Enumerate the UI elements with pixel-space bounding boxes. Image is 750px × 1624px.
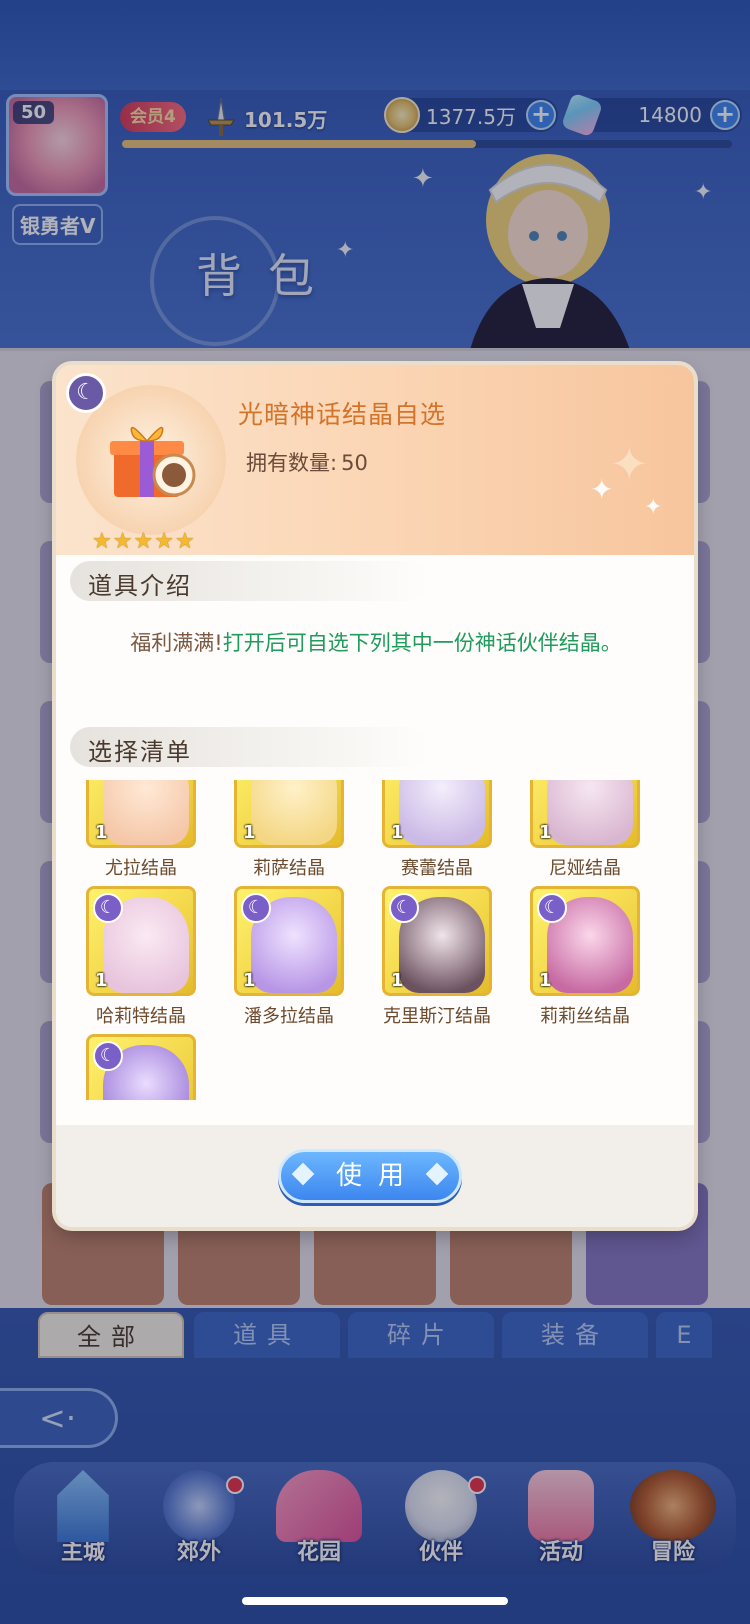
- choice-label: 潘多拉结晶: [244, 1006, 334, 1027]
- choice-card[interactable]: ☾ 1 克里斯汀结晶: [382, 886, 492, 1028]
- owned-value: 50: [341, 451, 368, 475]
- gift-box-icon: [110, 426, 196, 497]
- choice-card[interactable]: 1 莉萨结晶: [234, 780, 344, 880]
- choice-count: 1: [391, 970, 404, 991]
- owned-label: 拥有数量:: [246, 451, 338, 475]
- section-title: 道具介绍: [88, 572, 192, 600]
- section-title: 选择清单: [88, 738, 192, 766]
- partner-portrait: [103, 780, 189, 845]
- star-icon: ★: [112, 529, 133, 554]
- choice-label: 莉萨结晶: [253, 858, 325, 879]
- star-icon: ★: [154, 529, 174, 554]
- diamond-icon: [291, 1162, 315, 1186]
- use-button[interactable]: 使用: [278, 1149, 462, 1203]
- section-list: 选择清单: [70, 727, 430, 767]
- moon-badge-icon: ☾: [93, 893, 123, 923]
- item-name: 光暗神话结晶自选: [238, 400, 447, 429]
- choice-label: 莉莉丝结晶: [540, 1006, 630, 1027]
- use-button-label: 使用: [335, 1161, 420, 1191]
- sparkle-icon: ✦: [644, 495, 663, 520]
- home-indicator[interactable]: [242, 1597, 508, 1605]
- star-icon: ★: [174, 529, 195, 554]
- crystal-tile[interactable]: 1: [234, 780, 344, 848]
- partner-portrait: [547, 780, 633, 845]
- moon-badge-icon: ☾: [537, 893, 567, 923]
- item-detail-modal: ☾ ★ ★ ★ ★ ★ 光暗神话结晶自选 拥有数量: 50 ✦ ✦ ✦ 道具介绍 福利满满…: [56, 365, 694, 1227]
- crystal-tile[interactable]: 1: [530, 780, 640, 848]
- choice-label: 尼娅结晶: [549, 858, 621, 879]
- crystal-tile[interactable]: 1: [382, 780, 492, 848]
- crystal-tile[interactable]: ☾ 1: [234, 886, 344, 996]
- star-icon: ★: [92, 529, 112, 554]
- crystal-tile[interactable]: ☾ 1: [86, 886, 196, 996]
- choice-count: 1: [95, 970, 108, 991]
- crystal-tile[interactable]: ☾ 1: [530, 886, 640, 996]
- choice-count: 1: [243, 970, 256, 991]
- choice-card[interactable]: 1 赛蕾结晶: [382, 780, 492, 880]
- item-header: ☾ ★ ★ ★ ★ ★ 光暗神话结晶自选 拥有数量: 50 ✦ ✦ ✦: [56, 365, 694, 555]
- choice-list[interactable]: 1 尤拉结晶 1 莉萨结晶 1 赛蕾结晶 1 尼娅结晶 ☾ 1 哈莉特结晶 ☾ 1 潘多拉结晶 ☾ 1 克里斯汀…: [84, 780, 664, 1100]
- star-rating: ★ ★ ★ ★ ★: [92, 531, 195, 553]
- choice-label: 尤拉结晶: [105, 858, 177, 879]
- sparkle-icon: ✦: [610, 437, 649, 491]
- sparkle-icon: ✦: [590, 473, 614, 506]
- description-body: 打开后可自选下列其中一份神话伙伴结晶。: [222, 631, 622, 655]
- choice-card[interactable]: ☾ 1 潘多拉结晶: [234, 886, 344, 1028]
- choice-card[interactable]: ☾: [86, 1034, 196, 1100]
- choice-label: 哈莉特结晶: [96, 1006, 186, 1027]
- crystal-tile[interactable]: 1: [86, 780, 196, 848]
- moon-badge-icon: ☾: [241, 893, 271, 923]
- partner-portrait: [399, 780, 485, 845]
- partner-portrait: [251, 780, 337, 845]
- choice-card[interactable]: 1 尼娅结晶: [530, 780, 640, 880]
- crystal-tile[interactable]: ☾ 1: [382, 886, 492, 996]
- diamond-icon: [425, 1162, 449, 1186]
- moon-badge-icon: ☾: [93, 1041, 123, 1071]
- choice-label: 赛蕾结晶: [401, 858, 473, 879]
- choice-count: 1: [95, 822, 108, 843]
- item-description: 福利满满!打开后可自选下列其中一份神话伙伴结晶。: [96, 627, 656, 659]
- description-lead: 福利满满!: [130, 631, 223, 655]
- choice-count: 1: [243, 822, 256, 843]
- moon-badge-icon: ☾: [66, 373, 106, 413]
- choice-count: 1: [391, 822, 404, 843]
- moon-badge-icon: ☾: [389, 893, 419, 923]
- owned-count: 拥有数量: 50: [242, 447, 368, 477]
- choice-card[interactable]: ☾ 1 莉莉丝结晶: [530, 886, 640, 1028]
- choice-label: 克里斯汀结晶: [383, 1006, 491, 1027]
- choice-card[interactable]: ☾ 1 哈莉特结晶: [86, 886, 196, 1028]
- star-icon: ★: [133, 529, 154, 554]
- crystal-tile[interactable]: ☾: [86, 1034, 196, 1100]
- choice-card[interactable]: 1 尤拉结晶: [86, 780, 196, 880]
- choice-count: 1: [539, 822, 552, 843]
- choice-count: 1: [539, 970, 552, 991]
- section-intro: 道具介绍: [70, 561, 430, 601]
